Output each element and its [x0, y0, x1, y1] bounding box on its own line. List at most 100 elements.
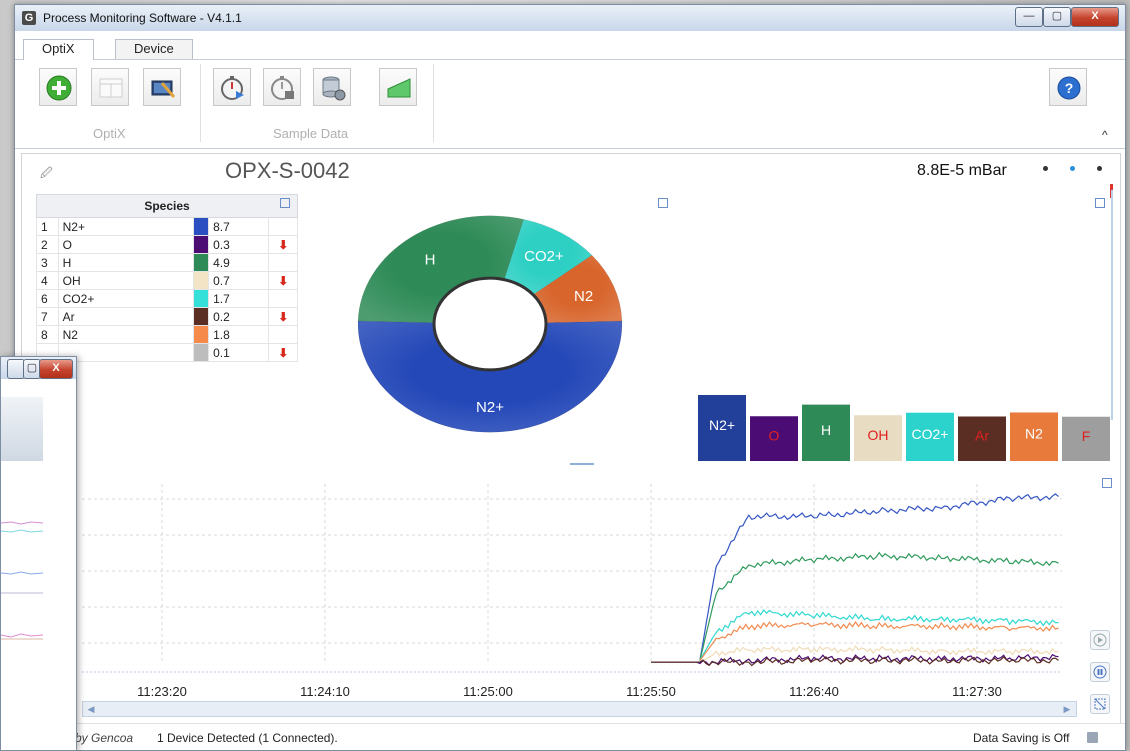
species-value: 0.7 — [208, 271, 270, 290]
help-button[interactable]: ? — [1049, 68, 1087, 106]
x-tick-label: 11:23:20 — [137, 684, 187, 699]
species-name: O — [57, 235, 195, 254]
donut-hole — [432, 276, 548, 372]
species-bar-legend: N2+O H OH CO2+ Ar N2 F — [698, 395, 1110, 461]
x-tick-label: 11:27:30 — [952, 684, 1002, 699]
svg-text:?: ? — [1065, 80, 1074, 96]
tab-optix[interactable]: OptiX — [23, 39, 94, 60]
species-index: 6 — [36, 289, 59, 308]
stopwatch-play-icon — [221, 76, 244, 100]
green-area-chart-icon — [387, 78, 411, 98]
species-donut-chart: N2+ H CO2+ N2 — [357, 215, 623, 433]
trend-down-arrow-icon — [268, 253, 298, 272]
table-row[interactable]: 3 H 4.9 — [36, 253, 298, 272]
trend-down-arrow-icon — [268, 325, 298, 344]
species-index: 1 — [36, 217, 59, 236]
pin-icon[interactable]: 🖉 — [40, 164, 53, 185]
species-index: 4 — [36, 271, 59, 290]
group-separator — [433, 64, 434, 142]
trend-down-arrow-icon: ⬇ — [268, 343, 298, 362]
popout-table-icon[interactable] — [280, 198, 290, 208]
species-value: 0.3 — [208, 235, 270, 254]
pause-button[interactable] — [1090, 662, 1110, 682]
table-row[interactable]: 1 N2+ 8.7 — [36, 217, 298, 236]
resize-handle[interactable] — [570, 463, 594, 465]
species-name: OH — [57, 271, 195, 290]
help-icon: ? — [1057, 76, 1081, 100]
popout-chart-icon[interactable] — [1102, 478, 1112, 488]
window-title: Process Monitoring Software - V4.1.1 — [43, 11, 242, 25]
table-row[interactable]: 6 CO2+ 1.7 — [36, 289, 298, 308]
species-name — [57, 343, 195, 362]
add-icon — [46, 75, 72, 101]
donut-slice-label: H — [425, 251, 436, 268]
species-bar-label: F — [1082, 428, 1091, 444]
species-value: 0.2 — [208, 307, 270, 326]
table-row[interactable]: 7 Ar 0.2 ⬇ — [36, 307, 298, 326]
status-credit: by Gencoa — [75, 731, 134, 745]
device-panel: 🖉 OPX-S-0042 8.8E-5 mBar Species 1 N2+ 8.7… — [21, 153, 1121, 747]
status-dot[interactable] — [1097, 166, 1102, 171]
status-dot[interactable] — [1043, 166, 1048, 171]
monitor-tools-icon — [151, 80, 176, 98]
save-icon[interactable] — [1087, 732, 1098, 743]
blank-panel-icon — [99, 78, 123, 98]
species-value: 0.1 — [208, 343, 270, 362]
play-button[interactable] — [1090, 630, 1110, 650]
horizontal-scrollbar[interactable]: ◀ ▶ — [82, 701, 1077, 717]
tab-device[interactable]: Device — [115, 39, 193, 59]
species-bar-label: N2+ — [709, 417, 735, 433]
stop-sampling-button[interactable] — [263, 68, 301, 106]
vertical-scrollbar[interactable] — [1111, 190, 1113, 420]
ribbon: OptiX Sample Data ? ^ — [15, 60, 1125, 149]
species-bar-label: N2 — [1025, 426, 1043, 442]
add-button[interactable] — [39, 68, 77, 106]
popout-bars-icon[interactable] — [1095, 198, 1105, 208]
maximize-button[interactable]: ▢ — [1043, 7, 1071, 27]
species-value: 1.8 — [208, 325, 270, 344]
popout-donut-icon[interactable] — [658, 198, 668, 208]
title-bar: G Process Monitoring Software - V4.1.1 —… — [15, 5, 1125, 31]
table-row[interactable]: 2 O 0.3 ⬇ — [36, 235, 298, 254]
minimize-button[interactable]: — — [1015, 7, 1043, 27]
stopwatch-stop-icon — [271, 76, 294, 100]
species-bar-label: OH — [868, 427, 889, 443]
trend-down-arrow-icon — [268, 217, 298, 236]
monitor-tools-button[interactable] — [143, 68, 181, 106]
scroll-right-arrow-icon[interactable]: ▶ — [1061, 703, 1073, 715]
species-bar-label: Ar — [975, 428, 989, 444]
secondary-window[interactable]: ▢ X — [0, 356, 77, 751]
trend-down-arrow-icon: ⬇ — [268, 235, 298, 254]
x-tick-label: 11:24:10 — [300, 684, 350, 699]
species-value: 1.7 — [208, 289, 270, 308]
pressure-readout: 8.8E-5 mBar — [917, 162, 1007, 179]
trend-down-arrow-icon: ⬇ — [268, 307, 298, 326]
species-bar-label: O — [769, 428, 780, 444]
x-tick-label: 11:25:50 — [626, 684, 676, 699]
table-row[interactable]: 4 OH 0.7 ⬇ — [36, 271, 298, 290]
blank-panel-button[interactable] — [91, 68, 129, 106]
secondary-close-button[interactable]: X — [39, 359, 73, 379]
series-line — [699, 551, 1059, 661]
species-name: Ar — [57, 307, 195, 326]
scroll-left-arrow-icon[interactable]: ◀ — [85, 703, 97, 715]
play-icon — [1093, 633, 1107, 647]
species-name: CO2+ — [57, 289, 195, 308]
database-settings-button[interactable] — [313, 68, 351, 106]
x-tick-label: 11:25:00 — [463, 684, 513, 699]
status-dot[interactable] — [1070, 166, 1075, 171]
zoom-fit-icon — [1094, 698, 1106, 710]
group-separator — [200, 64, 201, 142]
trend-down-arrow-icon: ⬇ — [268, 271, 298, 290]
close-button[interactable]: X — [1071, 7, 1119, 27]
trend-line-chart: 11:23:20 11:24:10 11:25:00 11:25:50 11:26:40… — [82, 484, 1062, 699]
species-color-swatch — [193, 217, 210, 236]
zoom-fit-button[interactable] — [1090, 694, 1110, 714]
start-sampling-button[interactable] — [213, 68, 251, 106]
donut-slice-label: N2 — [574, 288, 593, 305]
species-color-swatch — [193, 307, 210, 326]
collapse-ribbon-button[interactable]: ^ — [1102, 128, 1108, 142]
export-chart-button[interactable] — [379, 68, 417, 106]
table-row[interactable]: 8 N2 1.8 — [36, 325, 298, 344]
species-index: 8 — [36, 325, 59, 344]
